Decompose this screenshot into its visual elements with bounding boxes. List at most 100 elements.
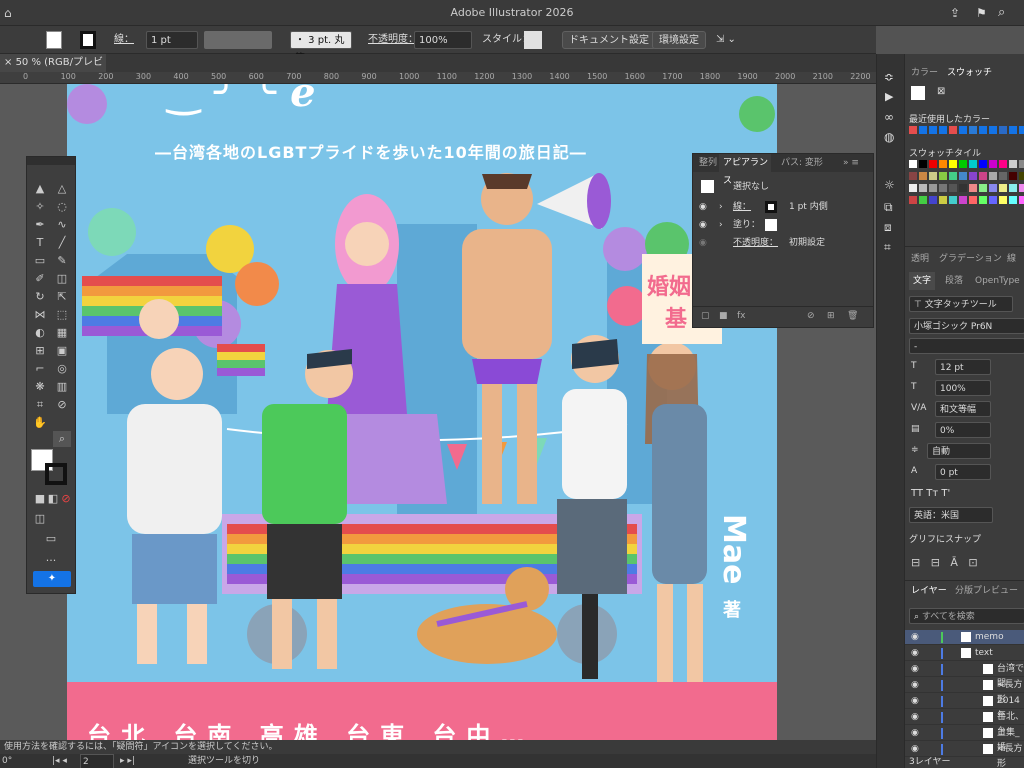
swatch[interactable]	[929, 184, 937, 192]
layer-search-input[interactable]: ⌕ すべてを検索	[909, 608, 1024, 624]
tab-transform[interactable]: パス: 変形	[781, 154, 823, 172]
expand-chevron-icon[interactable]: ›	[719, 198, 723, 216]
cover-subtitle[interactable]: ―台湾各地のLGBTプライドを歩いた10年間の旅日記―	[155, 139, 587, 163]
swatch[interactable]	[979, 196, 987, 204]
hand-tool-icon[interactable]: ✋	[31, 415, 49, 431]
opacity-row[interactable]: ◉ 不透明度： 初期設定	[693, 234, 873, 252]
recent-swatch[interactable]	[979, 126, 987, 134]
swatch[interactable]	[999, 196, 1007, 204]
add-stroke-icon[interactable]: ▢	[701, 307, 710, 325]
rotation-field[interactable]: 0°	[2, 754, 12, 768]
opacity-field[interactable]: 100%	[414, 31, 472, 49]
swatch[interactable]	[919, 172, 927, 180]
swatch[interactable]	[909, 196, 917, 204]
style-swatch[interactable]	[524, 31, 542, 49]
visibility-eye-icon[interactable]: ◉	[911, 678, 919, 693]
swatch[interactable]	[979, 172, 987, 180]
curvature-tool-icon[interactable]: ∿	[53, 217, 71, 233]
stroke-swatch[interactable]	[80, 31, 96, 49]
tab-swatches[interactable]: スウォッチ	[947, 64, 992, 82]
swatch[interactable]	[989, 160, 997, 168]
layer-row[interactable]: ◉ 台湾で開	[905, 662, 1024, 689]
swatch[interactable]	[949, 160, 957, 168]
recent-swatch[interactable]	[929, 126, 937, 134]
tab-layers[interactable]: レイヤー	[911, 582, 947, 600]
artboard-nav-next[interactable]: ▸ ▸|	[120, 754, 135, 768]
clear-appearance-icon[interactable]: ⊘	[807, 307, 815, 325]
visibility-eye-icon[interactable]: ◉	[699, 216, 707, 234]
swatch[interactable]	[949, 196, 957, 204]
tab-appearance[interactable]: アピアランス	[719, 154, 771, 186]
line-tool-icon[interactable]: ╱	[53, 235, 71, 251]
swatch[interactable]	[929, 172, 937, 180]
shaper-tool-icon[interactable]: ✐	[31, 271, 49, 287]
swatch[interactable]	[939, 184, 947, 192]
visibility-eye-icon[interactable]: ◉	[911, 646, 919, 661]
blend-tool-icon[interactable]: ◎	[53, 361, 71, 377]
add-fill-icon[interactable]: ■	[719, 307, 728, 325]
tab-color[interactable]: カラー	[911, 64, 938, 82]
swatch[interactable]	[939, 172, 947, 180]
swatch[interactable]	[959, 196, 967, 204]
layer-row[interactable]: ◉ memo	[905, 630, 1024, 645]
recent-swatch[interactable]	[919, 126, 927, 134]
perspective-grid-icon[interactable]: ▦	[53, 325, 71, 341]
expand-chevron-icon[interactable]: ›	[719, 216, 723, 234]
stroke-row-value[interactable]: 1 pt 内側	[789, 198, 828, 216]
draw-mode-icon[interactable]: ◫	[31, 511, 49, 527]
swatch[interactable]	[939, 196, 947, 204]
scale-tool-icon[interactable]: ⇱	[53, 289, 71, 305]
tab-align[interactable]: 整列	[699, 154, 717, 172]
zoom-tool-icon[interactable]: ⌕	[53, 431, 71, 447]
font-family-field[interactable]: 小塚ゴシック Pr6N	[909, 318, 1024, 334]
swatch[interactable]	[1009, 184, 1017, 192]
layer-row[interactable]: ◉ text	[905, 646, 1024, 661]
screen-mode-icon[interactable]: ▭	[42, 531, 60, 547]
rectangle-tool-icon[interactable]: ▭	[31, 253, 49, 269]
visibility-eye-icon[interactable]: ◉	[911, 630, 919, 645]
tab-character[interactable]: 文字	[909, 272, 936, 290]
tools-panel-header[interactable]	[27, 157, 75, 165]
recent-swatch[interactable]	[959, 126, 967, 134]
swatch[interactable]	[979, 184, 987, 192]
fill-swatch[interactable]	[46, 31, 62, 49]
recent-colors-row[interactable]	[909, 126, 1024, 134]
recent-swatch[interactable]	[969, 126, 977, 134]
direct-selection-tool-icon[interactable]: △	[53, 181, 71, 197]
tips-icon[interactable]: ⚑	[976, 6, 987, 20]
swatch[interactable]	[1019, 196, 1024, 204]
play-action-icon[interactable]: ▶	[885, 90, 893, 103]
swatch[interactable]	[989, 184, 997, 192]
swatch[interactable]	[939, 160, 947, 168]
visibility-eye-icon[interactable]: ◉	[699, 198, 707, 216]
eraser-tool-icon[interactable]: ◫	[53, 271, 71, 287]
type-tool-icon[interactable]: T	[31, 235, 49, 251]
brush-definition[interactable]: ・ 3 pt. 丸筆	[290, 31, 352, 64]
swatch[interactable]	[909, 184, 917, 192]
stroke-row-swatch[interactable]	[765, 201, 777, 213]
generative-button[interactable]: ✦	[33, 571, 71, 587]
free-transform-icon[interactable]: ⬚	[53, 307, 71, 323]
gradient-tool-icon[interactable]: ▣	[53, 343, 71, 359]
swatch[interactable]	[969, 172, 977, 180]
swatch[interactable]	[949, 172, 957, 180]
tracking-field[interactable]: 0%	[935, 422, 991, 438]
recent-swatch[interactable]	[909, 126, 917, 134]
font-size-field[interactable]: 12 pt	[935, 359, 991, 375]
paintbrush-tool-icon[interactable]: ✎	[53, 253, 71, 269]
document-tab[interactable]: × 50 % (RGB/プレビュー)	[0, 54, 106, 86]
stroke-color-box[interactable]	[45, 463, 67, 485]
swatch[interactable]	[1019, 172, 1024, 180]
none-mode-icon[interactable]: ⊘	[57, 491, 75, 507]
recent-swatch[interactable]	[949, 126, 957, 134]
swatch-grid[interactable]	[909, 160, 1024, 216]
pen-tool-icon[interactable]: ✒	[31, 217, 49, 233]
tab-transparency[interactable]: 透明	[911, 250, 929, 268]
swatch[interactable]	[959, 160, 967, 168]
visibility-eye-icon[interactable]: ◉	[911, 710, 919, 725]
swatch[interactable]	[909, 160, 917, 168]
swatch[interactable]	[1009, 160, 1017, 168]
artboard-number-field[interactable]: 2	[80, 754, 114, 768]
baseline-shift-field[interactable]: 0 pt	[935, 464, 991, 480]
magic-wand-icon[interactable]: ✧	[31, 199, 49, 215]
